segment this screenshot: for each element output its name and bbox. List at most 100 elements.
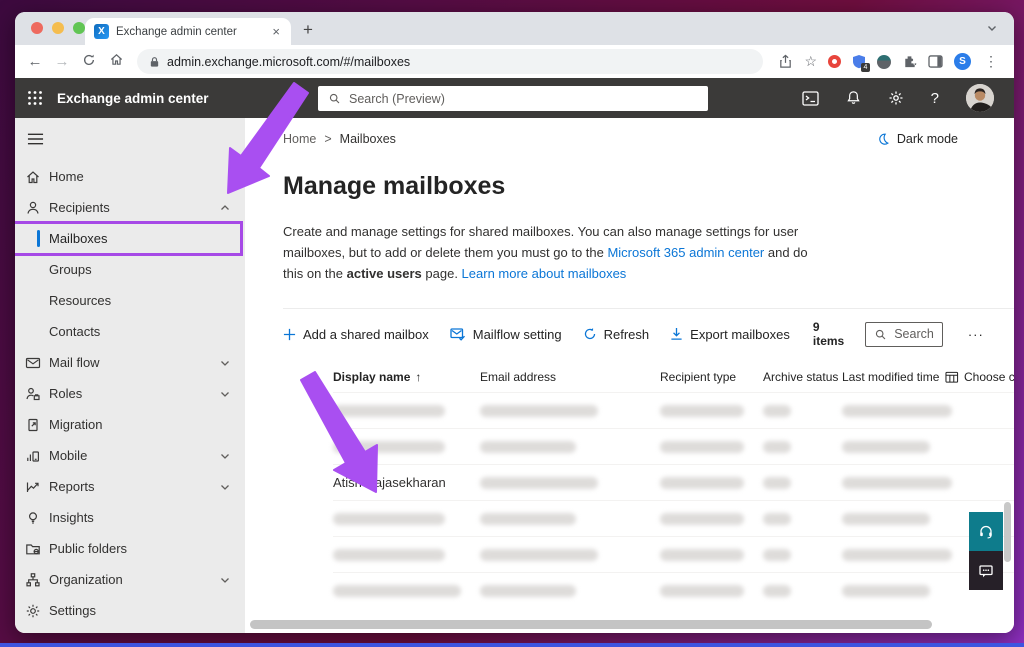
sidebar-item-migration[interactable]: Migration	[15, 409, 245, 440]
display-name-text[interactable]: Atish Rajasekharan	[333, 475, 446, 490]
breadcrumb-home[interactable]: Home	[283, 132, 316, 146]
minimize-window-button[interactable]	[52, 22, 64, 34]
sidebar-item-mailboxes[interactable]: Mailboxes	[15, 221, 245, 256]
refresh-button[interactable]: Refresh	[583, 327, 649, 342]
table-row-atish-rajasekharan[interactable]: Atish Rajasekharan	[333, 464, 1014, 500]
sidebar-item-roles[interactable]: Roles	[15, 378, 245, 409]
dark-mode-toggle[interactable]: Dark mode	[876, 132, 958, 146]
table-row[interactable]	[333, 428, 1014, 464]
sidebar-item-reports[interactable]: Reports	[15, 471, 245, 502]
org-icon	[26, 572, 40, 586]
notifications-bell-icon[interactable]	[846, 90, 861, 106]
extension-red-icon[interactable]	[828, 55, 841, 68]
eac-header: Exchange admin center Search (Preview) ?	[15, 78, 1014, 118]
side-panel-icon[interactable]	[928, 55, 943, 68]
sidebar-item-insights[interactable]: Insights	[15, 502, 245, 533]
active-users-bold: active users	[346, 266, 422, 282]
redacted-text	[480, 476, 598, 489]
column-header-display-name[interactable]: Display name ↑	[333, 370, 480, 384]
table-cell	[660, 440, 763, 453]
chevron-down-icon[interactable]	[219, 574, 231, 586]
table-cell	[660, 476, 763, 489]
redacted-text	[842, 512, 930, 525]
account-avatar[interactable]	[966, 84, 994, 112]
back-icon[interactable]: ←	[25, 53, 45, 70]
table-cell	[842, 512, 945, 525]
column-header-last-modified-time[interactable]: Last modified time	[842, 370, 945, 384]
sidebar-item-label: Organization	[49, 572, 123, 587]
more-options-button[interactable]: ···	[968, 327, 984, 342]
export-mailboxes-button[interactable]: Export mailboxes	[670, 327, 790, 342]
description-text: page.	[421, 266, 462, 282]
reload-icon[interactable]	[79, 53, 99, 71]
learn-more-link[interactable]: Learn more about mailboxes	[462, 266, 627, 281]
table-cell	[763, 548, 842, 561]
redacted-text	[480, 512, 576, 525]
maximize-window-button[interactable]	[73, 22, 85, 34]
redacted-text	[333, 440, 445, 453]
chevron-down-icon[interactable]	[219, 450, 231, 462]
redacted-text	[660, 404, 744, 417]
browser-menu-icon[interactable]: ⋮	[982, 53, 1000, 70]
sidebar-item-resources[interactable]: Resources	[15, 285, 245, 316]
cloud-shell-icon[interactable]	[802, 90, 819, 106]
table-cell	[842, 584, 945, 597]
refresh-icon	[584, 328, 595, 340]
sidebar-item-mobile[interactable]: Mobile	[15, 440, 245, 471]
roles-icon	[26, 387, 40, 400]
chevron-down-icon[interactable]	[219, 481, 231, 493]
horizontal-scrollbar[interactable]	[250, 620, 932, 629]
sidebar-item-settings[interactable]: Settings	[15, 595, 245, 626]
table-cell	[660, 584, 763, 597]
help-icon[interactable]: ?	[931, 90, 939, 107]
mailflow-setting-button[interactable]: Mailflow setting	[450, 327, 562, 342]
table-cell	[480, 512, 660, 525]
forward-icon[interactable]: →	[52, 53, 72, 70]
vertical-scrollbar[interactable]	[1004, 502, 1011, 562]
feedback-button[interactable]	[969, 551, 1003, 590]
table-row[interactable]	[333, 536, 1014, 572]
share-icon[interactable]	[778, 54, 793, 69]
sidebar-item-groups[interactable]: Groups	[15, 254, 245, 285]
tab-search-chevron-icon[interactable]	[986, 22, 998, 45]
home-icon[interactable]	[106, 52, 126, 71]
mailbox-search-input[interactable]: Search	[865, 321, 943, 347]
add-shared-mailbox-button[interactable]: Add a shared mailbox	[283, 327, 429, 342]
extension-shield-icon[interactable]: 4	[852, 54, 870, 72]
sidebar-item-mail-flow[interactable]: Mail flow	[15, 347, 245, 378]
tab-close-icon[interactable]: ×	[270, 24, 282, 39]
column-header-choose-co[interactable]: Choose co	[945, 370, 1014, 384]
table-row[interactable]	[333, 572, 1014, 608]
column-header-archive-status[interactable]: Archive status	[763, 370, 842, 384]
browser-tab[interactable]: X Exchange admin center ×	[85, 18, 291, 45]
sidebar-item-recipients[interactable]: Recipients	[15, 192, 245, 223]
chevron-down-icon[interactable]	[219, 388, 231, 400]
sidebar-nav: Home Recipients Mailboxes Groups Resources Co…	[15, 118, 245, 633]
column-header-recipient-type[interactable]: Recipient type	[660, 370, 763, 384]
extensions-puzzle-icon[interactable]	[902, 54, 917, 69]
table-row[interactable]	[333, 500, 1014, 536]
redacted-text	[842, 476, 952, 489]
bookmark-star-icon[interactable]: ☆	[804, 53, 817, 70]
search-icon	[876, 329, 886, 340]
address-bar[interactable]: admin.exchange.microsoft.com/#/mailboxes	[137, 49, 764, 74]
extension-s-icon[interactable]: S	[954, 53, 971, 70]
collapse-nav-icon[interactable]	[15, 128, 245, 161]
sidebar-item-organization[interactable]: Organization	[15, 564, 245, 595]
chevron-down-icon[interactable]	[219, 357, 231, 369]
chevron-up-icon[interactable]	[219, 202, 231, 214]
settings-gear-icon[interactable]	[888, 90, 904, 106]
new-tab-button[interactable]: +	[303, 20, 313, 45]
extension-persona-icon[interactable]	[877, 54, 891, 69]
sidebar-item-contacts[interactable]: Contacts	[15, 316, 245, 347]
sidebar-item-public-folders[interactable]: Public folders	[15, 533, 245, 564]
browser-window: X Exchange admin center × + ← → admin.ex…	[15, 12, 1014, 633]
sidebar-item-home[interactable]: Home	[15, 161, 245, 192]
table-row[interactable]	[333, 392, 1014, 428]
eac-search-input[interactable]: Search (Preview)	[318, 86, 708, 111]
column-header-email-address[interactable]: Email address	[480, 370, 660, 384]
app-launcher-waffle-icon[interactable]	[27, 90, 43, 106]
close-window-button[interactable]	[31, 22, 43, 34]
m365-admin-center-link[interactable]: Microsoft 365 admin center	[607, 245, 764, 260]
support-button[interactable]	[969, 512, 1003, 551]
